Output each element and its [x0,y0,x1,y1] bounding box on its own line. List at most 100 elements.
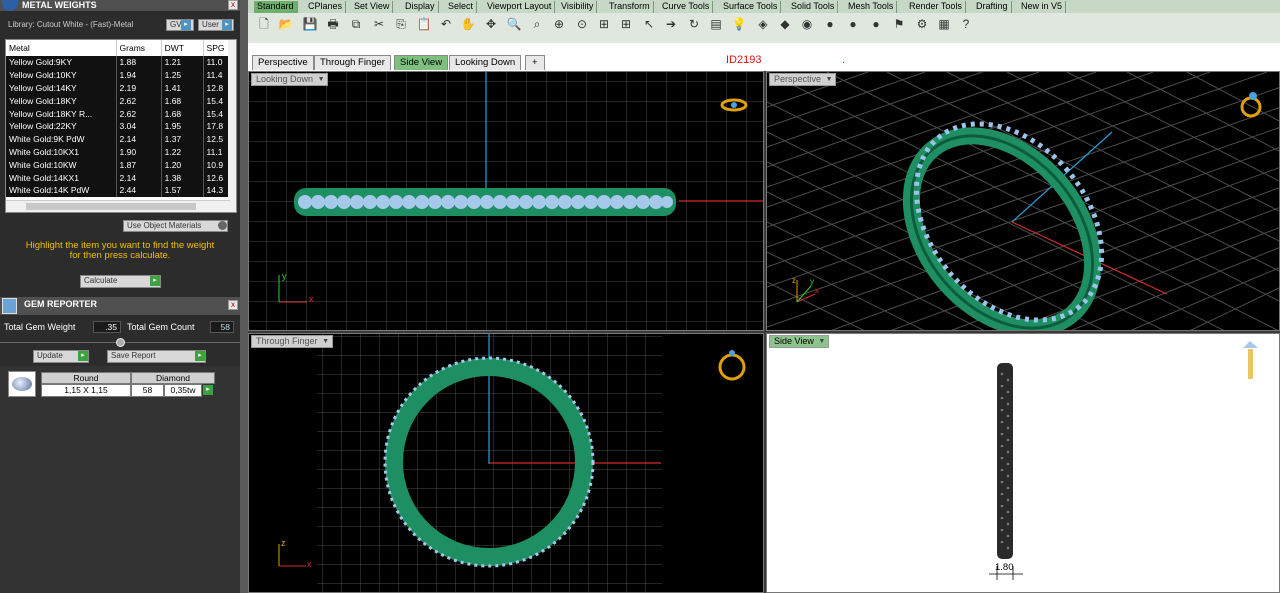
viewport-label-looking-down[interactable]: Looking Down ▼ [251,73,329,86]
table-row[interactable]: Yellow Gold:18KY 2.62 1.68 15.4 [6,94,236,108]
paste-icon[interactable]: 📋 [416,16,432,32]
render-icon[interactable]: ◆ [777,16,793,32]
table-row[interactable]: Yellow Gold:10KY 1.94 1.25 11.4 [6,68,236,82]
table-row[interactable]: White Gold:10KW 1.87 1.20 10.9 [6,158,236,172]
shaded-sphere-icon[interactable]: ● [822,16,838,32]
layers-icon[interactable]: ◈ [755,16,771,32]
save-report-button[interactable]: Save Report [107,350,206,363]
viewport-label-side-view[interactable]: Side View ▼ [769,335,829,348]
zoom-all-icon[interactable]: ⊞ [596,16,612,32]
rotate-view-icon[interactable]: ✥ [483,16,499,32]
move-icon[interactable]: ➔ [663,16,679,32]
tab-drafting[interactable]: Drafting [973,1,1012,13]
gem-thumbnail[interactable] [8,371,36,397]
viewport-through-finger[interactable]: Through Finger ▼ x z [248,333,764,593]
col-dwt[interactable]: DWT [161,40,204,56]
use-object-materials-checkbox[interactable]: Use Object Materials [123,220,228,232]
chevron-down-icon[interactable]: ▼ [322,337,330,346]
viewport-tab-side-view[interactable]: Side View [394,55,449,70]
chevron-down-icon[interactable]: ▼ [825,75,833,84]
save-icon[interactable]: 💾 [302,16,318,32]
zoom-window-icon[interactable]: ⌕ [529,16,545,32]
table-row[interactable]: Yellow Gold:22KY 3.04 1.95 17.8 [6,119,236,133]
tab-select[interactable]: Select [445,1,478,13]
table-row[interactable]: White Gold:14KX1 2.14 1.38 12.6 [6,171,236,184]
viewport-tab-through-finger[interactable]: Through Finger [314,55,391,70]
tab-new-in-v5[interactable]: New in V5 [1018,1,1067,13]
gv-arrow-icon[interactable]: ▸ [181,20,191,30]
render-sphere-icon[interactable]: ● [868,16,884,32]
add-viewport-tab-button[interactable]: + [525,55,545,70]
tab-render-tools[interactable]: Render Tools [906,1,966,13]
pan-hand-icon[interactable]: ✋ [460,16,476,32]
use-object-materials-toggle-icon[interactable] [218,221,227,230]
tab-surface-tools[interactable]: Surface Tools [720,1,782,13]
table-row[interactable]: White Gold:9K PdW 2.14 1.37 12.5 [6,132,236,146]
table-horizontal-scrollbar[interactable] [6,200,230,212]
table-row[interactable]: Yellow Gold:14KY 2.19 1.41 12.8 [6,81,236,95]
material-sphere-icon[interactable]: ● [845,16,861,32]
options-icon[interactable]: ⚙ [914,16,930,32]
tab-visibility[interactable]: Visibility [558,1,598,13]
undo-icon[interactable]: ↶ [438,16,454,32]
help-icon[interactable]: ? [958,16,974,32]
metal-weights-close-button[interactable]: x [228,0,238,10]
pointer-flag-icon[interactable]: ⚑ [891,16,907,32]
total-gem-count-field[interactable]: 58 [210,321,234,333]
properties-icon[interactable]: ▤ [708,16,724,32]
metal-table-container[interactable]: Metal Grams DWT SPG Yellow Gold:9KY 1.88 1… [5,39,237,213]
chevron-down-icon[interactable]: ▼ [317,75,325,84]
col-grams[interactable]: Grams [116,40,162,56]
copy-icon[interactable]: ⎘ [393,16,409,32]
rotate-icon[interactable]: ↻ [686,16,702,32]
print-icon[interactable]: 🖶 [325,16,341,32]
tab-solid-tools[interactable]: Solid Tools [788,1,839,13]
four-viewports-icon[interactable]: ⊞ [618,16,634,32]
cut-icon[interactable]: ✂ [371,16,387,32]
zoom-icon[interactable]: 🔍 [506,16,522,32]
tab-standard[interactable]: Standard [254,1,298,13]
open-folder-icon[interactable]: 📂 [278,16,294,32]
viewport-tab-looking-down[interactable]: Looking Down [449,55,522,70]
viewport-looking-down[interactable]: Looking Down ▼ x y [248,71,764,331]
new-file-icon[interactable]: 🗋 [256,16,272,32]
viewport-label-through-finger[interactable]: Through Finger ▼ [251,335,333,348]
update-arrow-icon[interactable]: ▸ [78,351,88,361]
tab-viewport-layout[interactable]: Viewport Layout [484,1,556,13]
scrollbar-thumb[interactable] [26,203,196,210]
color-wheel-icon[interactable]: ◉ [799,16,815,32]
panel-splitter[interactable] [240,0,248,593]
table-vertical-scrollbar[interactable] [228,40,236,212]
chevron-down-icon[interactable]: ▼ [818,337,826,346]
import-icon[interactable]: ⧉ [348,16,364,32]
zoom-extents-icon[interactable]: ⊕ [551,16,567,32]
save-report-arrow-icon[interactable]: ▸ [195,351,205,361]
gem-reporter-close-button[interactable]: x [228,300,238,310]
gem-row-arrow-icon[interactable]: ▸ [203,385,213,395]
select-icon[interactable]: ↖ [641,16,657,32]
table-row[interactable]: Yellow Gold:18KY R... 2.62 1.68 15.4 [6,107,236,120]
calculate-button[interactable]: Calculate [80,275,161,288]
zoom-selected-icon[interactable]: ⊙ [574,16,590,32]
viewport-side-view[interactable]: Side View ▼ 1.80 [766,333,1280,593]
table-row[interactable]: Yellow Gold:9KY 1.88 1.21 11.0 [6,56,236,69]
tab-display[interactable]: Display [402,1,439,13]
viewport-perspective[interactable]: Perspective ▼ x y z [766,71,1280,331]
splitter-handle-icon[interactable] [116,338,125,347]
tab-transform[interactable]: Transform [606,1,654,13]
viewport-label-perspective[interactable]: Perspective ▼ [769,73,837,86]
col-metal[interactable]: Metal [6,40,117,56]
dwt-cell: 1.68 [161,94,204,108]
tab-set-view[interactable]: Set View [351,1,394,13]
viewport-tab-perspective[interactable]: Perspective [252,55,314,70]
calculate-arrow-icon[interactable]: ▸ [150,276,160,286]
table-row[interactable]: White Gold:10KX1 1.90 1.22 11.1 [6,145,236,159]
light-bulb-icon[interactable]: 💡 [731,16,747,32]
tab-cplanes[interactable]: CPlanes [305,1,347,13]
tab-curve-tools[interactable]: Curve Tools [659,1,714,13]
table-row[interactable]: White Gold:14K PdW 2.44 1.57 14.3 [6,183,236,197]
user-arrow-icon[interactable]: ▸ [222,20,232,30]
total-gem-weight-field[interactable]: .35 [93,321,121,333]
grid-options-icon[interactable]: ▦ [936,16,952,32]
tab-mesh-tools[interactable]: Mesh Tools [845,1,898,13]
